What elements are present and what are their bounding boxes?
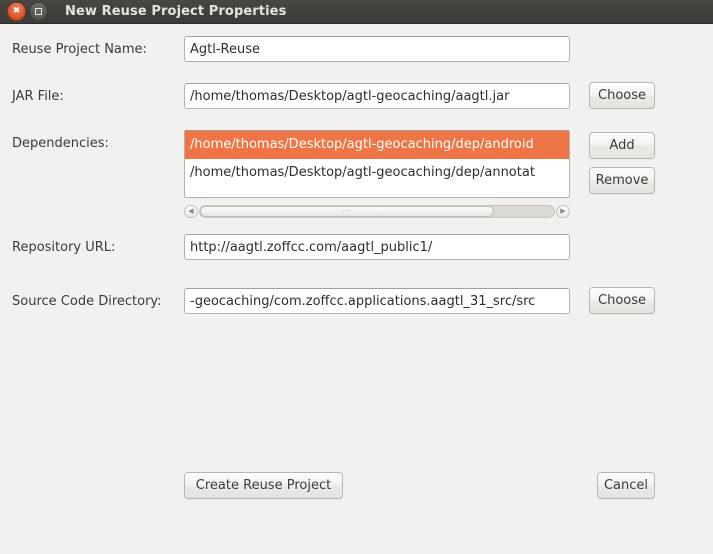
row-dependencies: Dependencies: /home/thomas/Desktop/agtl-… — [0, 130, 713, 240]
list-item[interactable]: /home/thomas/Desktop/agtl-geocaching/dep… — [185, 159, 569, 187]
project-name-input[interactable] — [184, 36, 570, 62]
row-source-code-directory: Source Code Directory: Choose — [0, 287, 713, 318]
dependencies-list[interactable]: /home/thomas/Desktop/agtl-geocaching/dep… — [184, 130, 570, 198]
project-name-label: Reuse Project Name: — [12, 42, 147, 57]
scrollbar-trough[interactable]: ⋯ — [199, 205, 555, 218]
row-jar-file: JAR File: Choose — [0, 82, 713, 113]
row-repository-url: Repository URL: — [0, 234, 713, 264]
window-title: New Reuse Project Properties — [65, 4, 287, 19]
add-dependency-button[interactable]: Add — [589, 132, 655, 159]
repository-url-input[interactable] — [184, 234, 570, 260]
cancel-button[interactable]: Cancel — [597, 472, 655, 499]
row-project-name: Reuse Project Name: — [0, 36, 713, 66]
remove-dependency-button[interactable]: Remove — [589, 167, 655, 194]
source-code-directory-choose-button[interactable]: Choose — [589, 287, 655, 314]
scroll-left-icon[interactable]: ◀ — [184, 205, 198, 218]
create-reuse-project-button[interactable]: Create Reuse Project — [184, 472, 343, 499]
dependencies-hscrollbar[interactable]: ◀ ⋯ ▶ — [184, 204, 570, 219]
scrollbar-thumb[interactable]: ⋯ — [200, 206, 494, 217]
row-actions: Create Reuse Project Cancel — [0, 472, 713, 502]
jar-file-choose-button[interactable]: Choose — [589, 82, 655, 109]
repository-url-label: Repository URL: — [12, 240, 116, 255]
jar-file-input[interactable] — [184, 83, 570, 109]
close-button[interactable]: ✖ — [7, 2, 26, 21]
dependencies-label: Dependencies: — [12, 136, 109, 151]
list-item[interactable]: /home/thomas/Desktop/agtl-geocaching/dep… — [185, 131, 569, 159]
source-code-directory-label: Source Code Directory: — [12, 294, 162, 309]
dialog-body: Reuse Project Name: JAR File: Choose Dep… — [0, 24, 713, 554]
jar-file-label: JAR File: — [12, 89, 64, 104]
close-icon: ✖ — [12, 6, 21, 16]
scroll-right-icon[interactable]: ▶ — [556, 205, 570, 218]
maximize-button[interactable] — [29, 2, 48, 21]
source-code-directory-input[interactable] — [184, 288, 570, 314]
maximize-icon — [30, 3, 47, 20]
scrollbar-grip-icon: ⋯ — [342, 205, 352, 215]
window-titlebar: ✖ New Reuse Project Properties — [0, 0, 713, 24]
